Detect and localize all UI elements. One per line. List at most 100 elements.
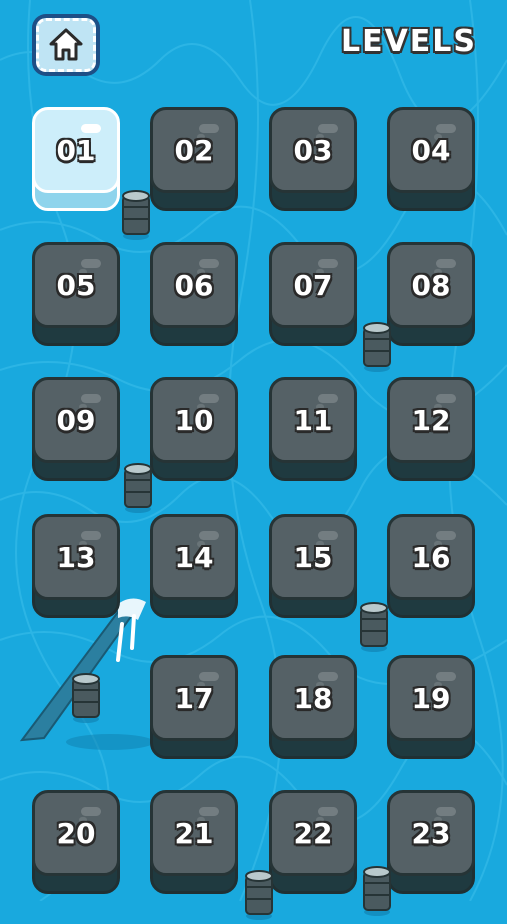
tile-face: 02	[150, 107, 238, 193]
tile-shine	[318, 124, 338, 133]
tile-face: 07	[269, 242, 357, 328]
tile-face: 20	[32, 790, 120, 876]
tile-shine	[318, 807, 338, 816]
tile-face: 23	[387, 790, 475, 876]
level-number: 14	[174, 540, 214, 574]
tile-shine	[318, 531, 338, 540]
level-number: 19	[411, 681, 451, 715]
level-tile-08[interactable]: 08	[387, 242, 475, 346]
level-number: 09	[56, 403, 96, 437]
level-number: 05	[56, 268, 96, 302]
tile-shine	[436, 807, 456, 816]
level-number: 07	[293, 268, 333, 302]
level-tile-11[interactable]: 11	[269, 377, 357, 481]
level-tile-15[interactable]: 15	[269, 514, 357, 618]
tile-shine	[436, 259, 456, 268]
tile-face: 03	[269, 107, 357, 193]
level-number: 13	[56, 540, 96, 574]
level-tile-04[interactable]: 04	[387, 107, 475, 211]
tile-shine	[436, 394, 456, 403]
tile-shine	[199, 807, 219, 816]
tile-face: 08	[387, 242, 475, 328]
tile-shine	[199, 394, 219, 403]
tile-face: 01	[32, 107, 120, 193]
level-tile-14[interactable]: 14	[150, 514, 238, 618]
tile-face: 18	[269, 655, 357, 741]
home-icon	[49, 28, 83, 61]
tile-shine	[318, 394, 338, 403]
level-tile-01[interactable]: 01	[32, 107, 120, 211]
bridge-post	[124, 463, 152, 517]
level-tile-21[interactable]: 21	[150, 790, 238, 894]
level-tile-17[interactable]: 17	[150, 655, 238, 759]
tile-shine	[318, 672, 338, 681]
tile-face: 19	[387, 655, 475, 741]
tile-face: 11	[269, 377, 357, 463]
home-button-inner	[36, 18, 96, 72]
tile-face: 14	[150, 514, 238, 600]
level-tile-12[interactable]: 12	[387, 377, 475, 481]
level-tile-09[interactable]: 09	[32, 377, 120, 481]
broken-bridge-plank-shadow	[66, 734, 154, 750]
level-number: 18	[293, 681, 333, 715]
level-tile-05[interactable]: 05	[32, 242, 120, 346]
level-tile-18[interactable]: 18	[269, 655, 357, 759]
level-number: 10	[174, 403, 214, 437]
level-tile-20[interactable]: 20	[32, 790, 120, 894]
level-tile-07[interactable]: 07	[269, 242, 357, 346]
tile-shine	[81, 531, 101, 540]
tile-shine	[436, 672, 456, 681]
tile-shine	[199, 531, 219, 540]
bridge-post	[245, 870, 273, 924]
tile-shine	[81, 259, 101, 268]
tile-face: 09	[32, 377, 120, 463]
level-tile-23[interactable]: 23	[387, 790, 475, 894]
level-tile-13[interactable]: 13	[32, 514, 120, 618]
level-number: 01	[56, 133, 96, 167]
level-number: 02	[174, 133, 214, 167]
level-number: 17	[174, 681, 214, 715]
tile-shine	[436, 124, 456, 133]
level-number: 22	[293, 816, 333, 850]
level-tile-06[interactable]: 06	[150, 242, 238, 346]
tile-face: 04	[387, 107, 475, 193]
level-number: 23	[411, 816, 451, 850]
level-number: 06	[174, 268, 214, 302]
level-tile-16[interactable]: 16	[387, 514, 475, 618]
tile-face: 06	[150, 242, 238, 328]
level-number: 15	[293, 540, 333, 574]
level-number: 21	[174, 816, 214, 850]
level-number: 12	[411, 403, 451, 437]
level-tile-19[interactable]: 19	[387, 655, 475, 759]
tile-face: 05	[32, 242, 120, 328]
tile-face: 12	[387, 377, 475, 463]
tile-shine	[81, 124, 101, 133]
tile-face: 21	[150, 790, 238, 876]
tile-face: 13	[32, 514, 120, 600]
tile-shine	[199, 672, 219, 681]
bridge-post	[72, 673, 100, 727]
tile-face: 10	[150, 377, 238, 463]
tile-shine	[199, 259, 219, 268]
level-tile-10[interactable]: 10	[150, 377, 238, 481]
level-number: 03	[293, 133, 333, 167]
bridge-post	[360, 602, 388, 656]
level-number: 04	[411, 133, 451, 167]
level-number: 11	[293, 403, 333, 437]
home-button[interactable]	[32, 14, 100, 76]
bridge-post	[363, 866, 391, 920]
level-tile-02[interactable]: 02	[150, 107, 238, 211]
level-number: 08	[411, 268, 451, 302]
level-tile-03[interactable]: 03	[269, 107, 357, 211]
tile-shine	[318, 259, 338, 268]
level-tile-22[interactable]: 22	[269, 790, 357, 894]
bridge-post	[122, 190, 150, 244]
page-title: LEVELS	[340, 24, 477, 59]
tile-face: 16	[387, 514, 475, 600]
tile-face: 17	[150, 655, 238, 741]
tile-shine	[436, 531, 456, 540]
bridge-post	[363, 322, 391, 376]
tile-face: 15	[269, 514, 357, 600]
level-number: 20	[56, 816, 96, 850]
tile-face: 22	[269, 790, 357, 876]
